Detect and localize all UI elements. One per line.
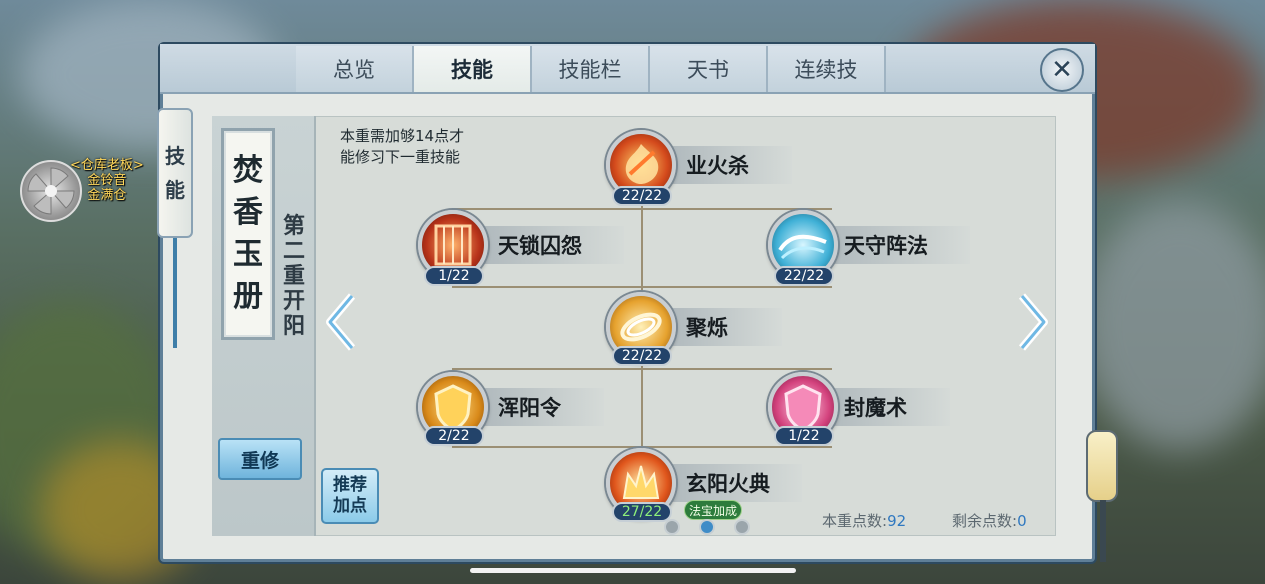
recommend-label: 推荐	[333, 475, 367, 495]
skill-level: 27/22	[612, 502, 672, 522]
pagination-dots	[664, 519, 750, 535]
home-indicator[interactable]	[470, 568, 796, 573]
npc-subname: 金满仓	[87, 188, 127, 203]
book-cover-char: 焚	[233, 153, 263, 188]
page-dot[interactable]	[664, 519, 680, 535]
book-cover-char: 玉	[233, 237, 263, 272]
tab-heavenly-book[interactable]: 天书	[650, 46, 768, 92]
skill-level: 2/22	[424, 426, 484, 446]
chapter-char: 阳	[282, 314, 305, 339]
close-icon: ✕	[1051, 55, 1073, 85]
chapter-char: 开	[282, 289, 305, 314]
npc-title: <仓库老板>	[70, 158, 144, 173]
page-dot[interactable]	[734, 519, 750, 535]
page-dot-active[interactable]	[699, 519, 715, 535]
book-cover: 焚 香 玉 册	[221, 128, 275, 340]
skill-level: 1/22	[774, 426, 834, 446]
tier-points-label: 本重点数:	[822, 512, 888, 530]
next-page-arrow[interactable]	[1012, 290, 1052, 354]
requirement-line: 能修习下一重技能	[340, 148, 461, 166]
tier-points-value: 92	[887, 512, 907, 530]
skill-name: 聚烁	[672, 308, 782, 346]
reset-button[interactable]: 重修	[218, 438, 302, 480]
skill-level: 22/22	[774, 266, 834, 286]
skill-name: 玄阳火典	[672, 464, 802, 502]
skill-level: 1/22	[424, 266, 484, 286]
tab-skills[interactable]: 技能	[414, 46, 532, 92]
skill-name: 天守阵法	[830, 226, 970, 264]
side-tag-char: 能	[165, 178, 185, 202]
skill-name: 封魔术	[830, 388, 950, 426]
book-chapter: 第 二 重 开 阳	[280, 214, 308, 339]
remaining-points: 剩余点数:0	[952, 510, 1027, 531]
background-courtyard	[1080, 200, 1265, 450]
chapter-char: 第	[282, 214, 305, 239]
tassel-cord	[173, 238, 177, 348]
tab-bar: 总览 技能 技能栏 天书 连续技	[296, 46, 886, 92]
remaining-points-value: 0	[1017, 512, 1027, 530]
close-button[interactable]: ✕	[1040, 48, 1084, 92]
tab-combo[interactable]: 连续技	[768, 46, 886, 92]
prev-page-arrow[interactable]	[322, 290, 362, 354]
chevron-right-icon	[1018, 293, 1048, 351]
lantern-post	[1100, 500, 1106, 562]
tab-skill-bar[interactable]: 技能栏	[532, 46, 650, 92]
tree-line	[452, 368, 832, 370]
tree-line	[452, 208, 832, 210]
fabao-bonus-badge: 法宝加成	[684, 500, 742, 520]
recommend-points-button[interactable]: 推荐 加点	[321, 468, 379, 524]
chapter-char: 重	[282, 264, 305, 289]
requirement-line: 本重需加够14点才	[340, 127, 465, 145]
remaining-points-label: 剩余点数:	[952, 512, 1018, 530]
book-cover-char: 册	[233, 279, 263, 314]
skill-level: 22/22	[612, 186, 672, 206]
tab-overview[interactable]: 总览	[296, 46, 414, 92]
book-cover-char: 香	[233, 195, 263, 230]
side-tag-char: 技	[165, 144, 185, 168]
skill-name: 天锁囚怨	[484, 226, 624, 264]
chevron-left-icon	[326, 293, 356, 351]
skill-name: 浑阳令	[484, 388, 604, 426]
lantern-decoration	[1086, 430, 1118, 502]
npc-label[interactable]: <仓库老板> 金铃音 金满仓	[70, 158, 144, 203]
skill-name: 业火杀	[672, 146, 792, 184]
chapter-char: 二	[282, 239, 305, 264]
recommend-label: 加点	[333, 496, 367, 516]
tier-points: 本重点数:92	[822, 510, 906, 531]
skill-level: 22/22	[612, 346, 672, 366]
side-tag: 技 能	[157, 108, 193, 238]
tree-line	[452, 286, 832, 288]
npc-name: 金铃音	[87, 173, 127, 188]
requirement-text: 本重需加够14点才 能修习下一重技能	[340, 126, 510, 168]
